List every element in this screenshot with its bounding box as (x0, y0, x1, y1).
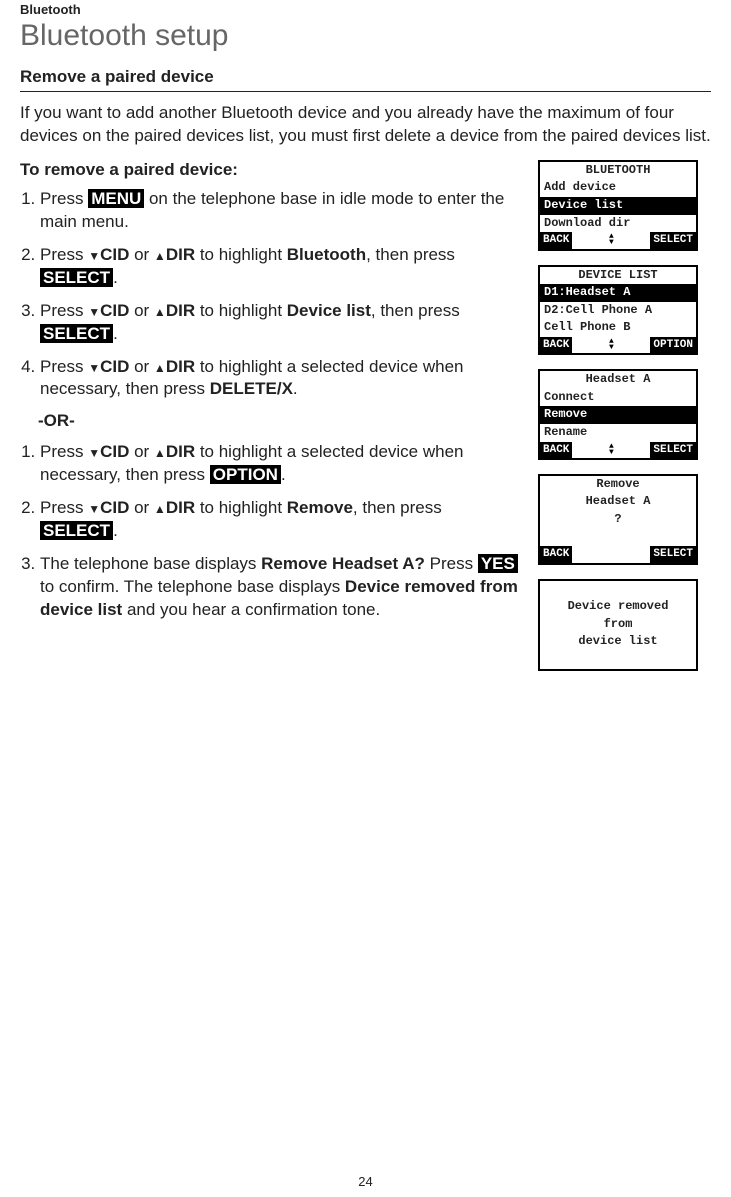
lcd-row-highlighted: Device list (540, 197, 696, 215)
softkey-select: SELECT (650, 442, 696, 458)
lcd-row: Connect (540, 389, 696, 407)
step-1-1: Press MENU on the telephone base in idle… (40, 188, 520, 234)
section-heading: Remove a paired device (20, 67, 711, 92)
select-key: SELECT (40, 324, 113, 343)
lcd-row: Device removed (540, 598, 696, 616)
softkey-back: BACK (540, 337, 572, 353)
breadcrumb: Bluetooth (20, 2, 711, 17)
menu-key: MENU (88, 189, 144, 208)
up-triangle-icon (154, 245, 166, 264)
lcd-title: BLUETOOTH (540, 162, 696, 180)
up-triangle-icon (154, 301, 166, 320)
softkey-option: OPTION (650, 337, 696, 353)
down-triangle-icon (88, 357, 100, 376)
subheading: To remove a paired device: (20, 160, 520, 180)
select-key: SELECT (40, 521, 113, 540)
lcd-bluetooth-menu: BLUETOOTH Add device Device list Downloa… (538, 160, 698, 251)
lcd-row: Cell Phone B (540, 319, 696, 337)
step-2-1: Press CID or DIR to highlight a selected… (40, 441, 520, 487)
down-triangle-icon (88, 442, 100, 461)
lcd-title: DEVICE LIST (540, 267, 696, 285)
up-triangle-icon (154, 357, 166, 376)
lcd-row: Remove (540, 476, 696, 494)
lcd-row: ? (540, 511, 696, 529)
step-1-2: Press CID or DIR to highlight Bluetooth,… (40, 244, 520, 290)
lcd-row: from (540, 616, 696, 634)
down-triangle-icon (88, 301, 100, 320)
step-2-3: The telephone base displays Remove Heads… (40, 553, 520, 622)
lcd-title: Headset A (540, 371, 696, 389)
lcd-row: Rename (540, 424, 696, 442)
lcd-row: Download dir (540, 215, 696, 233)
softkey-select: SELECT (650, 232, 696, 248)
nav-arrows-icon: ▲▼ (607, 232, 616, 248)
instruction-column: To remove a paired device: Press MENU on… (20, 160, 520, 671)
up-triangle-icon (154, 498, 166, 517)
softkey-back: BACK (540, 232, 572, 248)
or-separator: -OR- (38, 411, 520, 431)
lcd-row: device list (540, 633, 696, 651)
select-key: SELECT (40, 268, 113, 287)
lcd-row: D2:Cell Phone A (540, 302, 696, 320)
lcd-row: Add device (540, 179, 696, 197)
lcd-screens-column: BLUETOOTH Add device Device list Downloa… (538, 160, 708, 671)
option-key: OPTION (210, 465, 281, 484)
lcd-remove-confirm: Remove Headset A ? BACK SELECT (538, 474, 698, 565)
down-triangle-icon (88, 498, 100, 517)
intro-paragraph: If you want to add another Bluetooth dev… (20, 102, 711, 148)
softkey-back: BACK (540, 442, 572, 458)
yes-key: YES (478, 554, 518, 573)
lcd-row-highlighted: D1:Headset A (540, 284, 696, 302)
up-triangle-icon (154, 442, 166, 461)
softkey-select: SELECT (650, 546, 696, 562)
down-triangle-icon (88, 245, 100, 264)
steps-list-1: Press MENU on the telephone base in idle… (20, 188, 520, 402)
lcd-row-highlighted: Remove (540, 406, 696, 424)
steps-list-2: Press CID or DIR to highlight a selected… (20, 441, 520, 622)
nav-arrows-icon: ▲▼ (607, 442, 616, 458)
page-title: Bluetooth setup (20, 19, 711, 53)
step-1-3: Press CID or DIR to highlight Device lis… (40, 300, 520, 346)
lcd-headset-options: Headset A Connect Remove Rename BACK ▲▼ … (538, 369, 698, 460)
lcd-device-list: DEVICE LIST D1:Headset A D2:Cell Phone A… (538, 265, 698, 356)
softkey-back: BACK (540, 546, 572, 562)
step-1-4: Press CID or DIR to highlight a selected… (40, 356, 520, 402)
lcd-removed-message: Device removed from device list (538, 579, 698, 671)
nav-arrows-icon: ▲▼ (607, 337, 616, 353)
page-number: 24 (0, 1174, 731, 1189)
step-2-2: Press CID or DIR to highlight Remove, th… (40, 497, 520, 543)
lcd-row: Headset A (540, 493, 696, 511)
